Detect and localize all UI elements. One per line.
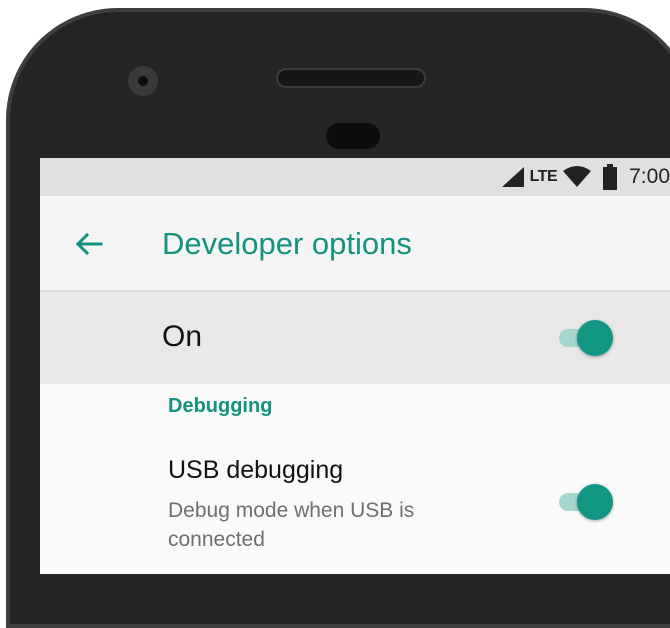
usb-debugging-summary: Debug mode when USB is connected: [168, 499, 415, 551]
front-camera: [128, 66, 158, 96]
cellular-signal-icon: [500, 166, 526, 188]
switch-thumb: [577, 320, 613, 356]
usb-debugging-toggle[interactable]: [557, 484, 613, 520]
page-title: Developer options: [162, 226, 412, 261]
screen: LTE 7:00 Developer options On Debugging …: [40, 158, 670, 574]
status-time: 7:00: [629, 165, 670, 188]
app-bar: Developer options: [40, 196, 670, 292]
arrow-back-icon: [73, 232, 105, 264]
battery-icon: [603, 164, 618, 190]
section-header-debugging: Debugging: [168, 395, 273, 417]
status-icons: LTE 7:00: [500, 158, 670, 196]
wifi-icon: [563, 166, 592, 188]
back-button[interactable]: [73, 228, 105, 260]
status-bar: LTE 7:00: [40, 158, 670, 196]
switch-thumb: [577, 484, 613, 520]
master-switch-label: On: [162, 320, 203, 353]
network-type-label: LTE: [529, 168, 558, 185]
proximity-sensor: [326, 123, 380, 149]
usb-debugging-title: USB debugging: [168, 456, 344, 484]
earpiece-speaker: [276, 68, 426, 88]
master-toggle-switch[interactable]: [557, 320, 613, 356]
master-switch-row[interactable]: On: [40, 292, 670, 384]
